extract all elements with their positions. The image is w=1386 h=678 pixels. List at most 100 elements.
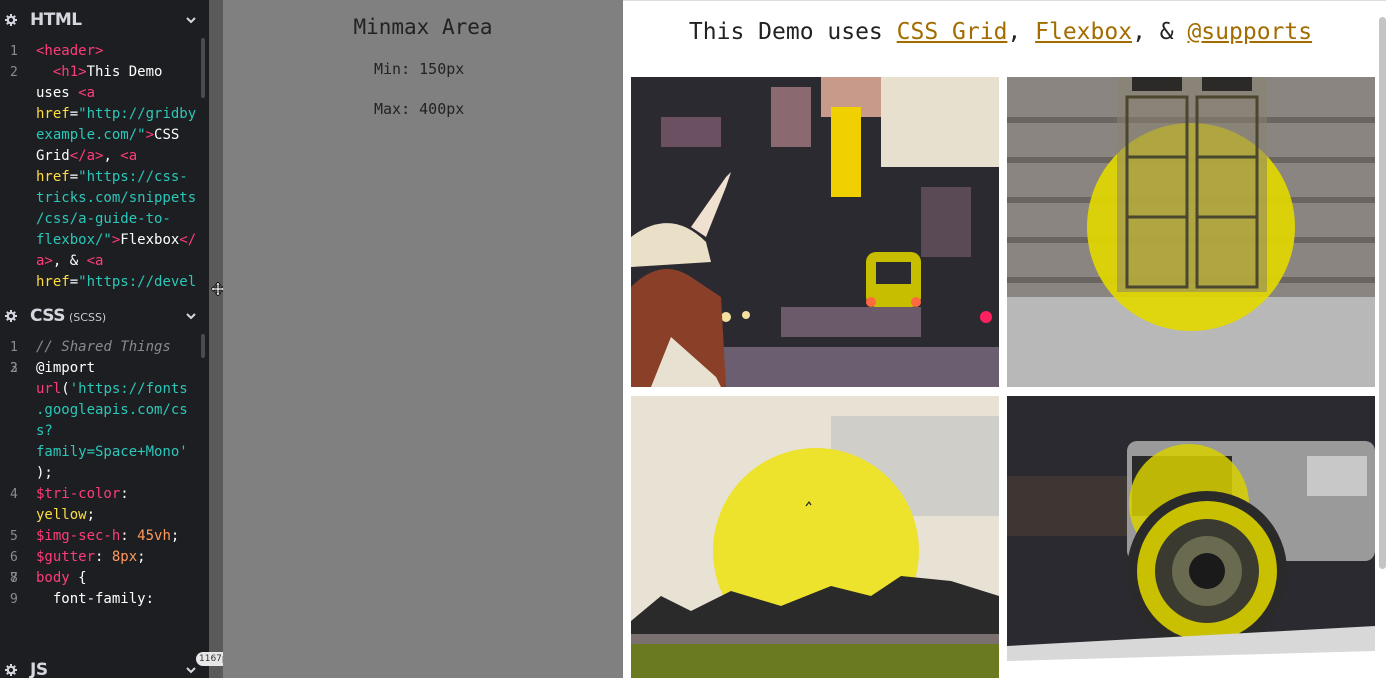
line-number xyxy=(0,209,36,230)
code-token: $tri-color xyxy=(36,486,121,502)
code-text: .googleapis.com/cs xyxy=(36,400,188,421)
code-token: , & xyxy=(52,253,87,269)
code-line[interactable]: yellow; xyxy=(0,505,209,526)
code-line[interactable]: 1 // Shared Things xyxy=(0,337,209,358)
line-number xyxy=(0,167,36,188)
code-text: $gutter: 8px; xyxy=(36,547,146,568)
css-code-area[interactable]: 1// Shared Things 2 3 @import url('https://f… xyxy=(0,337,209,610)
html-pane-header[interactable]: HTML xyxy=(0,0,209,40)
code-text: s? xyxy=(36,421,53,442)
line-number: 6 xyxy=(0,547,36,568)
line-number xyxy=(0,125,36,146)
line-number: 9 xyxy=(0,589,36,610)
code-token: , xyxy=(103,148,121,164)
code-token: Flexbox xyxy=(120,232,180,248)
code-token: : xyxy=(120,528,138,544)
code-token: 8px xyxy=(111,549,138,565)
code-line[interactable]: example.com/">CSS xyxy=(0,125,209,146)
code-text: font-family: xyxy=(36,589,154,610)
css-pane-header[interactable]: CSS (SCSS) xyxy=(0,296,209,336)
code-token: 45vh xyxy=(137,528,171,544)
code-text: $tri-color: xyxy=(36,484,129,505)
js-pane-header[interactable]: JS xyxy=(0,650,209,678)
code-editor-panel: HTML 1 <header> 2 <h1>This Demo uses <a href… xyxy=(0,0,209,678)
code-token: font-family: xyxy=(36,591,155,607)
code-token: This Demo xyxy=(86,64,163,80)
code-token: family=Space+Mono' xyxy=(36,444,188,460)
flexbox-link[interactable]: Flexbox xyxy=(1035,19,1132,45)
line-number xyxy=(0,463,36,484)
code-token: a> xyxy=(36,253,53,269)
code-token: : xyxy=(120,486,129,502)
code-line[interactable]: /css/a-guide-to- xyxy=(0,209,209,230)
code-line[interactable]: url('https://fonts xyxy=(0,379,209,400)
line-number xyxy=(0,188,36,209)
css-pane-title: CSS (SCSS) xyxy=(30,306,106,326)
html-scrollbar[interactable] xyxy=(201,38,205,98)
heading-separator: , & xyxy=(1132,19,1188,45)
code-text: <header> xyxy=(36,41,103,62)
code-token: </ xyxy=(179,232,197,248)
line-number: 1 xyxy=(0,337,36,358)
css-scrollbar[interactable] xyxy=(201,334,205,358)
code-line[interactable]: ); xyxy=(0,463,209,484)
code-line[interactable]: flexbox/">Flexbox</ xyxy=(0,230,209,251)
code-text: Grid</a>, <a xyxy=(36,146,137,167)
css-grid-link[interactable]: CSS Grid xyxy=(897,19,1008,45)
code-text: uses <a xyxy=(36,83,95,104)
code-line[interactable]: 1 <header> xyxy=(0,41,209,62)
code-line[interactable]: s? xyxy=(0,421,209,442)
code-line[interactable]: Grid</a>, <a xyxy=(0,146,209,167)
code-token: CSS xyxy=(154,127,180,143)
gear-icon[interactable] xyxy=(5,14,17,26)
code-token: <a xyxy=(78,85,96,101)
code-text: tricks.com/snippets xyxy=(36,188,196,209)
editor-resize-handle[interactable] xyxy=(209,0,223,678)
code-line[interactable]: href="https://css- xyxy=(0,167,209,188)
code-line[interactable]: href="http://gridby xyxy=(0,104,209,125)
gear-icon[interactable] xyxy=(5,664,17,676)
code-text: family=Space+Mono' xyxy=(36,442,188,463)
code-token: tricks.com/snippets xyxy=(36,190,197,206)
code-line[interactable]: 5 $img-sec-h: 45vh; xyxy=(0,526,209,547)
line-number: 4 xyxy=(0,484,36,505)
html-code-area[interactable]: 1 <header> 2 <h1>This Demo uses <a href="htt… xyxy=(0,41,209,293)
line-number xyxy=(0,421,36,442)
code-text: body { xyxy=(36,568,87,589)
code-text: flexbox/">Flexbox</ xyxy=(36,230,196,251)
code-token: href xyxy=(36,274,70,290)
code-line[interactable]: 6 $gutter: 8px; xyxy=(0,547,209,568)
code-line[interactable]: href="https://devel xyxy=(0,272,209,293)
preview-scrollbar[interactable] xyxy=(1379,17,1386,569)
code-line[interactable]: .googleapis.com/cs xyxy=(0,400,209,421)
code-line[interactable]: 4 $tri-color: xyxy=(0,484,209,505)
code-line[interactable]: tricks.com/snippets xyxy=(0,188,209,209)
code-line[interactable]: a>, & <a xyxy=(0,251,209,272)
code-text: yellow; xyxy=(36,505,95,526)
code-text: example.com/">CSS xyxy=(36,125,179,146)
code-text: href="https://css- xyxy=(36,167,188,188)
chevron-down-icon[interactable] xyxy=(185,310,197,322)
code-line[interactable]: uses <a xyxy=(0,83,209,104)
supports-link[interactable]: @supports xyxy=(1187,19,1312,45)
code-token: ; xyxy=(170,528,180,544)
code-line[interactable]: 3 @import xyxy=(0,358,209,379)
code-text: $img-sec-h: 45vh; xyxy=(36,526,179,547)
sunset-field-photo xyxy=(631,396,999,678)
code-line[interactable]: 2 <h1>This Demo xyxy=(0,62,209,83)
line-number: 5 xyxy=(0,526,36,547)
code-token: yellow xyxy=(36,507,87,523)
chevron-down-icon[interactable] xyxy=(185,664,197,676)
line-number xyxy=(0,83,36,104)
code-line[interactable]: 8 body { xyxy=(0,568,209,589)
line-number xyxy=(0,400,36,421)
code-line[interactable]: 9 font-family: xyxy=(0,589,209,610)
gear-icon[interactable] xyxy=(5,310,17,322)
code-text: @import xyxy=(36,358,95,379)
code-token: Grid xyxy=(36,148,70,164)
code-token: ; xyxy=(137,549,146,565)
chevron-down-icon[interactable] xyxy=(185,14,197,26)
code-line[interactable]: family=Space+Mono' xyxy=(0,442,209,463)
code-text: href="http://gridby xyxy=(36,104,196,125)
